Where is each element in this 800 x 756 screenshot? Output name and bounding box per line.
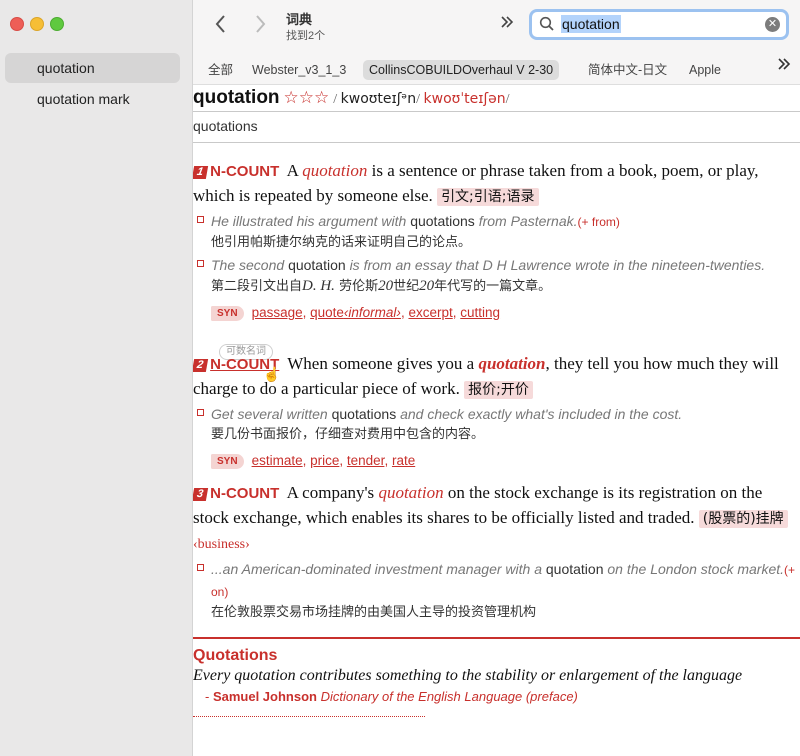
entry-content: quotation ☆☆☆ / kwoʊteɪʃᵊn/ kwoʊˈteɪʃən/…: [193, 85, 800, 756]
quotation-author: Samuel Johnson: [212, 689, 317, 704]
syn-badge: SYN: [211, 454, 244, 469]
sense-1: 1 N-COUNT A quotation is a sentence or ph…: [193, 159, 800, 323]
keyword: quotation: [478, 354, 546, 373]
sense-number: 2: [193, 359, 209, 372]
keyword: quotation: [302, 161, 368, 180]
tab-all[interactable]: 全部: [208, 60, 233, 80]
syn-badge: SYN: [211, 306, 244, 321]
result-count: 找到2个: [286, 30, 326, 42]
definition: 1 N-COUNT A quotation is a sentence or ph…: [193, 161, 759, 206]
synonym-link[interactable]: rate: [392, 453, 415, 468]
definition: 3 N-COUNT A company's quotation on the st…: [193, 481, 800, 557]
synonym-link[interactable]: excerpt: [408, 305, 452, 320]
synonym-link[interactable]: price: [310, 453, 339, 468]
synonyms: SYN passage, quote‹informal›, excerpt, cu…: [193, 303, 800, 323]
toolbar-overflow-button[interactable]: [499, 14, 515, 35]
minimize-window-button[interactable]: [30, 17, 44, 31]
sidebar-item-quotation[interactable]: quotation: [5, 53, 180, 83]
tab-chinese-japanese[interactable]: 简体中文-日文: [588, 60, 667, 80]
headword-line: quotation ☆☆☆ / kwoʊteɪʃᵊn/ kwoʊˈteɪʃən/: [193, 87, 510, 108]
synonym-link[interactable]: estimate: [252, 453, 303, 468]
keyword: quotation: [378, 483, 444, 502]
sense-number: 1: [193, 166, 209, 179]
search-field[interactable]: quotation ✕: [529, 9, 789, 40]
dictionary-window: quotation quotation mark 词典 找到2个 quotati…: [0, 0, 800, 756]
example-translation: 他引用帕斯捷尔纳克的话来证明自己的论点。: [211, 235, 472, 250]
synonym-link[interactable]: passage: [252, 305, 303, 320]
window-title: 词典: [286, 12, 313, 27]
search-input[interactable]: quotation: [561, 15, 621, 33]
synonym-link[interactable]: tender: [347, 453, 385, 468]
quotations-heading: Quotations: [193, 647, 278, 664]
grammar-tag: (+ from): [577, 215, 620, 229]
divider: [193, 142, 800, 143]
chinese-translation: 引文;引语;语录: [437, 188, 539, 206]
section-divider: [193, 637, 800, 639]
dotted-divider: [193, 716, 425, 717]
divider: [193, 111, 800, 112]
toolbar: 词典 找到2个 quotation ✕: [193, 0, 800, 52]
example: He illustrated his argument with quotati…: [193, 211, 800, 233]
sense-number: 3: [193, 488, 209, 501]
tab-apple[interactable]: Apple: [689, 60, 721, 80]
quotation-work: Dictionary of the English Language (pref…: [320, 689, 578, 704]
tab-webster[interactable]: Webster_v3_1_3: [252, 60, 346, 80]
inflection: quotations: [193, 118, 258, 134]
example: The second quotation is from an essay th…: [193, 255, 800, 276]
close-window-button[interactable]: [10, 17, 24, 31]
forward-button[interactable]: [250, 14, 270, 36]
quotation-source: - Samuel Johnson Dictionary of the Engli…: [205, 689, 578, 704]
zoom-window-button[interactable]: [50, 17, 64, 31]
register-label: ‹business›: [193, 537, 250, 552]
chevron-right-icon: [256, 15, 266, 33]
synonym-link[interactable]: quote‹informal›: [310, 305, 401, 320]
example-translation: 第二段引文出自D. H. 劳伦斯20世纪20年代写的一篇文章。: [211, 278, 552, 294]
part-of-speech[interactable]: N-COUNT: [210, 163, 279, 180]
example: Get several written quotations and check…: [193, 404, 800, 425]
chinese-translation: (股票的)挂牌: [698, 510, 788, 528]
double-chevron-right-icon: [778, 58, 791, 70]
synonyms: SYN estimate, price, tender, rate: [193, 451, 800, 471]
hand-cursor-icon: ☝: [263, 368, 281, 383]
pronunciation-uk: kwoʊteɪʃᵊn: [340, 91, 417, 107]
example-translation: 要几份书面报价，仔细查对费用中包含的内容。: [211, 427, 485, 442]
part-of-speech[interactable]: N-COUNT: [210, 485, 279, 502]
chinese-translation: 报价;开价: [464, 381, 533, 399]
pronunciation-us: kwoʊˈteɪʃən: [423, 91, 506, 107]
sidebar: quotation quotation mark: [0, 0, 193, 756]
definition: 2 N-COUNT When someone gives you a quotat…: [193, 354, 779, 399]
example: ...an American-dominated investment mana…: [193, 559, 800, 603]
sidebar-item-quotation-mark[interactable]: quotation mark: [5, 84, 180, 114]
clear-icon[interactable]: ✕: [765, 17, 780, 32]
double-chevron-right-icon: [501, 16, 514, 28]
tabs-overflow-button[interactable]: [776, 56, 792, 77]
sense-2: 2 N-COUNT When someone gives you a quotat…: [193, 352, 800, 471]
search-icon: [539, 16, 554, 31]
dictionary-tabs: 全部 Webster_v3_1_3 CollinsCOBUILDOverhaul…: [193, 52, 800, 85]
chevron-left-icon: [215, 15, 225, 33]
quotation-text: Every quotation contributes something to…: [193, 667, 743, 684]
frequency-stars: ☆☆☆: [283, 88, 330, 107]
example-translation: 在伦敦股票交易市场挂牌的由美国人主导的投资管理机构: [211, 605, 537, 620]
back-button[interactable]: [211, 14, 231, 36]
sense-3: 3 N-COUNT A company's quotation on the st…: [193, 481, 800, 623]
synonym-link[interactable]: cutting: [460, 305, 500, 320]
tab-collins[interactable]: CollinsCOBUILDOverhaul V 2-30: [363, 60, 560, 80]
headword: quotation: [193, 87, 280, 108]
